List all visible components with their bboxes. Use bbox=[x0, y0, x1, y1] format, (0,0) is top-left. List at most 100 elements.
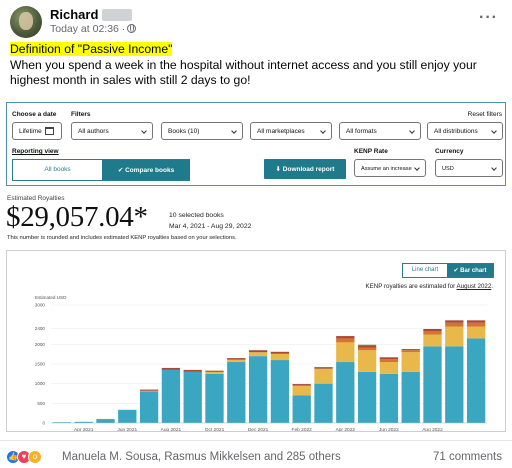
post-headline: Definition of "Passive Income" bbox=[10, 42, 173, 56]
bar-segment bbox=[401, 349, 420, 351]
bar-segment bbox=[423, 328, 442, 332]
date-select[interactable]: Lifetime bbox=[12, 122, 62, 140]
x-tick-label: Apr 2021 bbox=[74, 427, 94, 431]
bar-segment bbox=[205, 373, 224, 423]
bar-segment bbox=[336, 338, 355, 343]
avatar[interactable] bbox=[10, 6, 42, 38]
kenp-rate-select[interactable]: Assume an increase bbox=[354, 159, 426, 177]
books-select-value: Books (10) bbox=[168, 128, 200, 135]
bar-segment bbox=[423, 331, 442, 335]
y-tick-label: 500 bbox=[37, 401, 45, 406]
x-tick-label: Feb 2022 bbox=[292, 427, 313, 431]
formats-select[interactable]: All formats bbox=[339, 122, 421, 140]
bar-segment bbox=[445, 326, 464, 347]
bar-segment bbox=[466, 322, 486, 327]
bar-segment bbox=[379, 362, 399, 374]
currency-label: Currency bbox=[435, 148, 464, 155]
filters-label: Filters bbox=[71, 111, 91, 118]
bar-segment bbox=[161, 367, 181, 370]
bar-segment bbox=[379, 357, 399, 360]
royalties-bar-chart: Estimated USD 0 500 1000 1500 2000 2400 3000 Apr… bbox=[35, 295, 487, 431]
chevron-down-icon bbox=[491, 165, 497, 171]
reaction-names[interactable]: Manuela M. Sousa, Rasmus Mikkelsen and 2… bbox=[62, 451, 341, 463]
bar-segment bbox=[314, 368, 333, 384]
chevron-down-icon bbox=[409, 128, 415, 134]
post-body: When you spend a week in the hospital wi… bbox=[10, 57, 477, 88]
chevron-down-icon bbox=[491, 128, 497, 134]
post-text: Definition of "Passive Income" When you … bbox=[10, 42, 504, 89]
bar-segment bbox=[314, 367, 333, 369]
bar-segment bbox=[118, 410, 137, 423]
marketplaces-select[interactable]: All marketplaces bbox=[250, 122, 332, 140]
selected-books-count: 10 selected books bbox=[169, 212, 224, 219]
bar-segment bbox=[292, 385, 311, 396]
reporting-view-label: Reporting view bbox=[12, 148, 59, 155]
bar-segment bbox=[227, 362, 246, 423]
x-tick-label: Dec 2021 bbox=[248, 427, 269, 431]
bar-segment bbox=[336, 336, 355, 339]
currency-select[interactable]: USD bbox=[435, 159, 503, 177]
bar-segment bbox=[292, 384, 311, 386]
y-tick-label: 3000 bbox=[35, 303, 46, 308]
selected-date-range: Mar 4, 2021 - Aug 29, 2022 bbox=[169, 223, 252, 230]
x-tick-label: Aug 2021 bbox=[161, 427, 182, 431]
calendar-icon bbox=[45, 127, 54, 135]
royalty-note: This number is rounded and includes esti… bbox=[7, 235, 237, 241]
books-select[interactable]: Books (10) bbox=[161, 122, 243, 140]
authors-select-value: All authors bbox=[78, 128, 109, 135]
bar-segment bbox=[139, 391, 159, 423]
date-select-value: Lifetime bbox=[19, 128, 42, 135]
kdp-report-screenshot[interactable]: Choose a date Filters Reset filters Life… bbox=[4, 102, 508, 434]
chevron-down-icon bbox=[141, 128, 147, 134]
authors-select[interactable]: All authors bbox=[71, 122, 153, 140]
distributions-select[interactable]: All distributions bbox=[427, 122, 503, 140]
bar-segment bbox=[357, 347, 377, 351]
marketplaces-select-value: All marketplaces bbox=[257, 128, 305, 135]
compare-books-option[interactable]: ✔ Compare books bbox=[102, 160, 190, 180]
comments-count[interactable]: 71 comments bbox=[433, 451, 502, 463]
reaction-icons[interactable]: 👍 ♥ o bbox=[6, 450, 56, 464]
bar-segment bbox=[379, 359, 399, 363]
bar-segment bbox=[401, 350, 420, 353]
bar-segment bbox=[270, 351, 290, 354]
x-tick-label: Aug 2022 bbox=[422, 427, 443, 431]
bar-segment bbox=[139, 390, 159, 392]
post-timestamp[interactable]: Today at 02:36 · bbox=[50, 23, 137, 35]
bar-segment bbox=[336, 362, 355, 423]
bar-segment bbox=[205, 370, 224, 372]
author-name[interactable]: Richard bbox=[50, 7, 98, 22]
kenp-note-prefix: KENP royalties are estimated for bbox=[365, 283, 457, 290]
bar-chart-button[interactable]: ✔ Bar chart bbox=[447, 264, 493, 277]
line-chart-button[interactable]: Line chart bbox=[403, 264, 447, 277]
post-header: Richard Today at 02:36 · ··· bbox=[10, 6, 502, 38]
more-options-icon[interactable]: ··· bbox=[479, 9, 498, 27]
chart-type-toggle: Line chart ✔ Bar chart bbox=[402, 263, 494, 278]
bar-segment bbox=[401, 352, 420, 372]
chevron-down-icon bbox=[414, 165, 420, 171]
kenp-note-month-link[interactable]: August 2022 bbox=[457, 283, 492, 290]
reporting-view-toggle: All books ✔ Compare books bbox=[12, 159, 190, 181]
bar-segment bbox=[183, 369, 202, 372]
bar-segment bbox=[314, 383, 333, 423]
kenp-rate-label: KENP Rate bbox=[354, 148, 388, 155]
bar-segment bbox=[466, 320, 486, 323]
bar-segment bbox=[357, 344, 377, 346]
x-tick-label: Oct 2021 bbox=[205, 427, 225, 431]
reactions-bar: 👍 ♥ o Manuela M. Sousa, Rasmus Mikkelsen… bbox=[0, 440, 512, 468]
bar-segment bbox=[357, 371, 377, 423]
y-tick-label: 2000 bbox=[35, 342, 46, 347]
bar-segment bbox=[183, 371, 202, 423]
wow-icon: o bbox=[28, 450, 42, 464]
bar-segment bbox=[423, 346, 442, 423]
reset-filters-link[interactable]: Reset filters bbox=[468, 111, 502, 118]
formats-select-value: All formats bbox=[346, 128, 377, 135]
download-report-button[interactable]: ⬇ Download report bbox=[264, 159, 346, 179]
bar-segment bbox=[357, 345, 377, 348]
bar-segment bbox=[357, 350, 377, 372]
bar-segment bbox=[445, 322, 464, 327]
bar-segment bbox=[466, 326, 486, 339]
bar-segment bbox=[248, 350, 268, 353]
all-books-option[interactable]: All books bbox=[13, 160, 102, 180]
redacted-surname bbox=[102, 9, 132, 21]
y-tick-label: 1000 bbox=[35, 381, 46, 386]
